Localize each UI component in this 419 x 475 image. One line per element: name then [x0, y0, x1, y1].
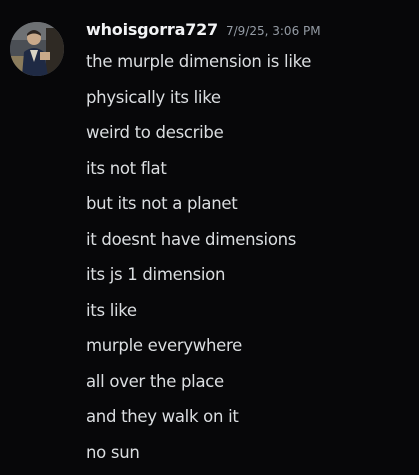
- message-line: its not flat: [86, 156, 311, 192]
- username[interactable]: whoisgorra727: [86, 20, 218, 39]
- message-line: weird to describe: [86, 120, 311, 156]
- message-header: whoisgorra727 7/9/25, 3:06 PM: [86, 20, 321, 44]
- message-line: physically its like: [86, 85, 311, 121]
- user-avatar-icon: [10, 22, 64, 76]
- chat-message: whoisgorra727 7/9/25, 3:06 PM the murple…: [0, 0, 419, 466]
- message-line: the murple dimension is like: [86, 49, 311, 85]
- message-line: and they walk on it: [86, 404, 311, 440]
- message-line: but its not a planet: [86, 191, 311, 227]
- message-line: all over the place: [86, 369, 311, 405]
- message-line: murple everywhere: [86, 333, 311, 369]
- message-line: its like: [86, 298, 311, 334]
- message-timestamp: 7/9/25, 3:06 PM: [226, 24, 321, 38]
- message-line: it doesnt have dimensions: [86, 227, 311, 263]
- message-line: no sun: [86, 440, 311, 475]
- user-avatar[interactable]: [10, 22, 64, 76]
- message-content: the murple dimension is like physically …: [86, 49, 311, 475]
- message-line: its js 1 dimension: [86, 262, 311, 298]
